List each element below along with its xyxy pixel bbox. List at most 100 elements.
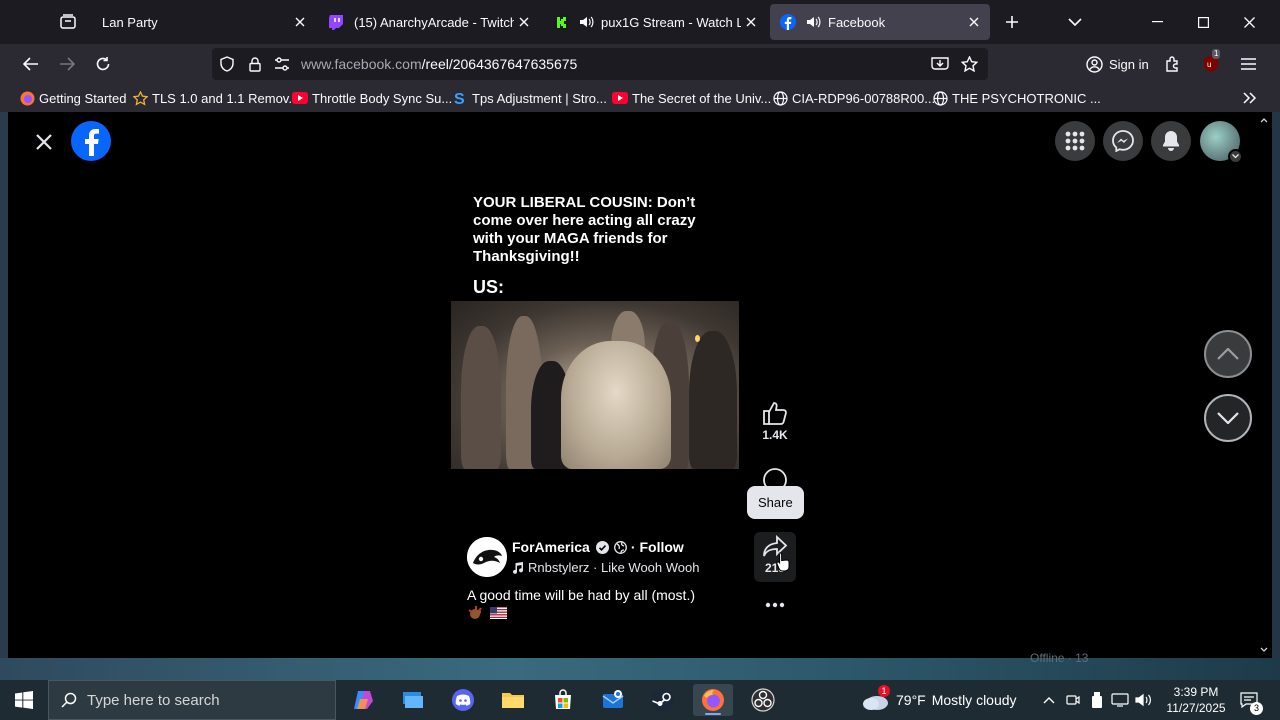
bookmark-star-icon[interactable] [960, 55, 978, 73]
tab-twitch[interactable]: (15) AnarchyArcade - Twitch [318, 4, 540, 40]
address-bar[interactable]: www.facebook.com/reel/2064367647635675 [212, 48, 988, 80]
youtube-icon [612, 90, 628, 106]
obs-app-icon[interactable] [743, 684, 783, 716]
notification-center-icon[interactable]: 3 [1236, 680, 1263, 720]
volume-speaker-icon[interactable] [1134, 680, 1154, 720]
tab-kick-stream[interactable]: pux1G Stream - Watch Live [543, 4, 767, 40]
bookmark-label: THE PSYCHOTRONIC ... [952, 90, 1101, 106]
taskbar-clock[interactable]: 3:39 PM 11/27/2025 [1158, 684, 1234, 716]
network-icon[interactable] [1110, 680, 1130, 720]
minimize-icon[interactable] [1134, 0, 1180, 44]
notifications-bell-button[interactable] [1151, 121, 1191, 161]
crowd-figure [461, 326, 501, 469]
forward-arrow-icon[interactable] [53, 50, 81, 78]
maximize-icon[interactable] [1180, 0, 1226, 44]
kick-icon [553, 14, 569, 30]
messenger-button[interactable] [1103, 121, 1143, 161]
extensions-puzzle-icon[interactable] [1159, 50, 1187, 78]
facebook-reel-page: YOUR LIBERAL COUSIN: Don’t come over her… [8, 112, 1256, 658]
menu-grid-button[interactable] [1055, 121, 1095, 161]
tracking-shield-icon[interactable] [218, 55, 236, 73]
follow-link[interactable]: Follow [639, 539, 683, 555]
url-path: /reel/2064367647635675 [421, 56, 578, 72]
scroll-down-arrow-icon[interactable] [1260, 646, 1268, 654]
bookmark-label: CIA-RDP96-00788R00... [792, 90, 936, 106]
bookmark-getting-started[interactable]: Getting Started [19, 89, 126, 107]
reel-caption-us: US: [473, 277, 504, 297]
meet-now-icon[interactable] [1064, 680, 1082, 720]
firefox-view-icon[interactable] [54, 8, 82, 36]
firefox-icon [19, 90, 35, 106]
bookmark-throttle-body[interactable]: Throttle Body Sync Su... [292, 89, 452, 107]
tab-title: (15) AnarchyArcade - Twitch [354, 14, 514, 30]
tab-facebook[interactable]: Facebook [770, 4, 990, 40]
crowd-figure [561, 341, 671, 469]
sign-in-button[interactable]: Sign in [1080, 50, 1155, 78]
more-bookmarks-chevron-icon[interactable] [1243, 89, 1257, 107]
url-text[interactable]: www.facebook.com/reel/2064367647635675 [301, 56, 577, 72]
weather-widget[interactable]: 1 79°F Mostly cloudy [860, 680, 1017, 720]
ublock-extension-icon[interactable]: u 1 [1197, 49, 1225, 78]
list-tabs-chevron-icon[interactable] [1061, 8, 1089, 36]
author-name[interactable]: ForAmerica [512, 539, 590, 555]
crowd-figure [689, 331, 737, 469]
tab-close-icon[interactable] [290, 12, 310, 32]
close-reel-icon[interactable] [28, 126, 60, 158]
task-view-app-icon[interactable] [393, 684, 433, 716]
active-app-indicator [705, 713, 721, 715]
steam-app-icon[interactable] [643, 684, 683, 716]
tab-close-icon[interactable] [964, 12, 984, 32]
weather-condition: Mostly cloudy [931, 692, 1017, 708]
bookmark-cia-rdp[interactable]: CIA-RDP96-00788R00... [772, 89, 935, 107]
bookmark-secret-universe[interactable]: The Secret of the Univ... [612, 89, 771, 107]
more-options-button[interactable] [754, 602, 796, 608]
next-reel-button[interactable] [1204, 394, 1252, 442]
weather-alert-badge: 1 [878, 685, 890, 697]
reload-icon[interactable] [89, 50, 117, 78]
back-arrow-icon[interactable] [17, 50, 45, 78]
bookmark-tps-adjustment[interactable]: S Tps Adjustment | Stro... [452, 89, 607, 107]
music-note-icon [512, 561, 524, 574]
twitch-icon [328, 14, 344, 30]
facebook-logo[interactable] [71, 121, 111, 161]
bookmark-tls[interactable]: TLS 1.0 and 1.1 Remov... [132, 89, 299, 107]
like-button[interactable]: 1.4K [754, 400, 796, 442]
speaker-icon[interactable] [579, 14, 595, 30]
permissions-icon[interactable] [273, 55, 291, 73]
like-count: 1.4K [762, 428, 788, 442]
author-avatar[interactable] [467, 537, 507, 577]
save-to-pocket-icon[interactable] [931, 55, 949, 73]
tab-close-icon[interactable] [514, 12, 534, 32]
discord-app-icon[interactable] [443, 684, 483, 716]
start-windows-icon[interactable] [0, 680, 48, 720]
reel-video[interactable] [451, 301, 739, 469]
copilot-app-icon[interactable] [343, 684, 383, 716]
close-window-icon[interactable] [1226, 0, 1272, 44]
mail-app-icon[interactable] [593, 684, 633, 716]
previous-reel-button[interactable] [1204, 330, 1252, 378]
usb-device-icon[interactable] [1088, 680, 1106, 720]
tab-close-icon[interactable] [741, 12, 761, 32]
bookmark-label: Tps Adjustment | Stro... [472, 90, 607, 106]
hamburger-menu-icon[interactable] [1234, 50, 1262, 78]
firefox-app-icon[interactable] [693, 684, 733, 716]
lock-icon[interactable] [246, 55, 264, 73]
scroll-up-arrow-icon[interactable] [1260, 116, 1268, 124]
cloud-sun-icon: 1 [860, 685, 890, 711]
desktop-edge [0, 112, 8, 658]
music-row[interactable]: Rnbstylerz · Like Wooh Wooh [512, 560, 699, 575]
microsoft-store-app-icon[interactable] [543, 684, 583, 716]
bookmark-psychotronic[interactable]: THE PSYCHOTRONIC ... [932, 89, 1101, 107]
file-explorer-app-icon[interactable] [493, 684, 533, 716]
new-tab-icon[interactable] [998, 8, 1026, 36]
reel-author: ForAmerica · Follow Rnbstylerz · Like Wo… [467, 537, 767, 582]
speaker-icon[interactable] [806, 14, 822, 30]
page-scrollbar[interactable] [1256, 112, 1272, 658]
tab-lan-party[interactable]: Lan Party [90, 4, 316, 40]
taskbar-search-box[interactable]: Type here to search [48, 680, 336, 720]
show-hidden-icons-chevron-icon[interactable] [1040, 680, 1058, 720]
search-placeholder: Type here to search [87, 691, 220, 709]
bookmarks-toolbar: Getting Started TLS 1.0 and 1.1 Remov...… [0, 84, 1280, 112]
profile-avatar[interactable] [1200, 121, 1243, 164]
url-host: www.facebook.com [301, 56, 422, 72]
